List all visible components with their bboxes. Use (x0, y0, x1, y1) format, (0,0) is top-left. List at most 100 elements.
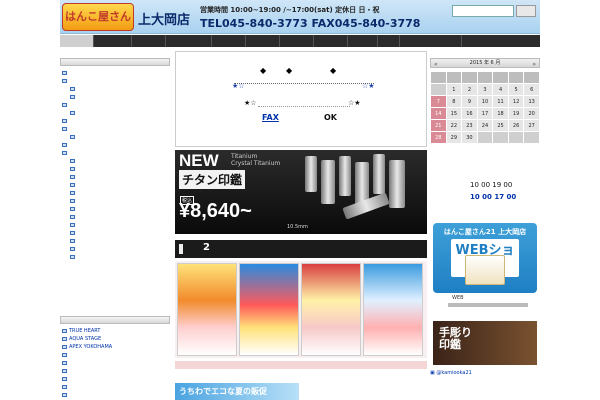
folder-icon (62, 142, 67, 147)
nav-item[interactable] (280, 35, 314, 47)
calendar-grid: 1 2 3 4 5 6 7 8 9 10 11 12 13 14 15 16 1… (430, 71, 540, 144)
calendar-day: 12 (507, 95, 525, 108)
category-subitem[interactable] (60, 245, 170, 253)
instagram-link[interactable]: ▣ @kamiooka21 (430, 370, 472, 376)
link-icon (62, 384, 67, 389)
search-button[interactable] (516, 5, 536, 17)
next-month-button[interactable]: » (532, 60, 536, 69)
link-item[interactable] (60, 351, 170, 359)
prev-month-button[interactable]: « (434, 60, 438, 69)
folder-icon (70, 190, 75, 195)
category-subitem[interactable] (60, 205, 170, 213)
calendar-day: 1 (445, 83, 463, 96)
flyer-image[interactable] (177, 263, 237, 356)
nav-item[interactable] (462, 35, 540, 47)
folder-icon (70, 86, 75, 91)
calendar-week: 28 29 30 (430, 131, 540, 144)
nav-item[interactable] (348, 35, 378, 47)
nav-item[interactable] (94, 35, 132, 47)
calendar-day: 22 (445, 119, 463, 132)
calendar-day-holiday: 14 (430, 107, 447, 120)
category-item[interactable] (60, 141, 170, 149)
calendar-day: 19 (507, 107, 525, 120)
calendar-day: 23 (461, 119, 478, 132)
calendar-day: 10 (476, 95, 494, 108)
category-subitem[interactable] (60, 229, 170, 237)
category-subitem[interactable] (60, 157, 170, 165)
ok-text: OK (324, 113, 337, 122)
folder-icon (70, 198, 75, 203)
saturday-hours: 10 00 17 00 (470, 193, 517, 201)
calendar-day: 27 (523, 119, 540, 132)
category-subitem[interactable] (60, 189, 170, 197)
nav-item[interactable] (212, 35, 246, 47)
category-item[interactable] (60, 77, 170, 85)
hand-carved-seal-banner[interactable]: 手彫り 印鑑 (433, 321, 537, 365)
flyer-image[interactable] (301, 263, 361, 356)
titanium-seal-banner[interactable]: NEW Titanium Crystal Titanium チタン印鑑 税込 ¥… (175, 150, 427, 234)
category-subitem[interactable] (60, 133, 170, 141)
folder-icon (70, 182, 75, 187)
category-subitem[interactable] (60, 93, 170, 101)
calendar-day: 25 (492, 119, 509, 132)
tegaki-title: 手彫り 印鑑 (439, 326, 472, 351)
category-subitem[interactable] (60, 197, 170, 205)
category-item[interactable] (60, 117, 170, 125)
fax-link[interactable]: FAX (262, 113, 279, 122)
link-item[interactable]: AQUA STAGE (60, 335, 170, 343)
star-icon: ☆★ (362, 82, 375, 90)
flyer-image[interactable] (363, 263, 423, 356)
category-subitem[interactable] (60, 237, 170, 245)
link-icon (62, 360, 67, 365)
nav-item-home[interactable] (60, 35, 94, 47)
link-item[interactable]: TRUE HEART (60, 327, 170, 335)
category-item[interactable] (60, 149, 170, 157)
nav-item[interactable] (246, 35, 280, 47)
category-menu (60, 66, 170, 261)
nav-item[interactable] (400, 35, 462, 47)
package-image (465, 255, 505, 285)
calendar-week: 14 15 16 17 18 19 20 (430, 107, 540, 120)
link-item[interactable] (60, 367, 170, 375)
link-item[interactable] (60, 391, 170, 399)
category-subitem[interactable] (60, 109, 170, 117)
uchiwa-banner[interactable]: うちわでエコな夏の販促 (175, 383, 299, 400)
web-shop-banner[interactable]: はんこ屋さん21 上大岡店 WEBショップ (433, 223, 537, 293)
category-item[interactable] (60, 101, 170, 109)
category-subitem[interactable] (60, 181, 170, 189)
link-icon (62, 368, 67, 373)
link-item[interactable] (60, 383, 170, 391)
category-subitem[interactable] (60, 221, 170, 229)
category-subitem[interactable] (60, 85, 170, 93)
stamp-image (373, 154, 385, 194)
category-subitem[interactable] (60, 165, 170, 173)
nav-item[interactable] (166, 35, 212, 47)
category-subitem[interactable] (60, 213, 170, 221)
nav-item[interactable] (314, 35, 348, 47)
calendar-week: 1 2 3 4 5 6 (430, 83, 540, 96)
diamond-icon: ◆ (330, 66, 337, 75)
calendar-day: 20 (523, 107, 540, 120)
nav-item[interactable] (378, 35, 400, 47)
category-subitem[interactable] (60, 253, 170, 261)
divider-strip (175, 361, 427, 369)
search-input[interactable] (452, 5, 514, 17)
link-item[interactable] (60, 375, 170, 383)
category-item[interactable] (60, 69, 170, 77)
flyer-image[interactable] (239, 263, 299, 356)
web-shop-caption: WEB (452, 295, 464, 301)
category-item[interactable] (60, 125, 170, 133)
link-item[interactable]: APEX YOKOHAMA (60, 343, 170, 351)
logo[interactable]: はんこ屋さん21 (62, 3, 134, 49)
calendar-day: 5 (507, 83, 525, 96)
calendar-day-holiday: 21 (430, 119, 447, 132)
link-item[interactable] (60, 359, 170, 367)
folder-icon (70, 110, 75, 115)
weekday-label (461, 71, 478, 84)
category-subitem[interactable] (60, 173, 170, 181)
star-icon: ★☆ (232, 82, 245, 90)
calendar-day: 8 (445, 95, 463, 108)
nav-item[interactable] (132, 35, 166, 47)
calendar-day: 17 (476, 107, 494, 120)
notice-box: ◆ ◆ ◆ ★☆ ☆★ ★☆ ☆★ FAX OK (175, 51, 427, 147)
